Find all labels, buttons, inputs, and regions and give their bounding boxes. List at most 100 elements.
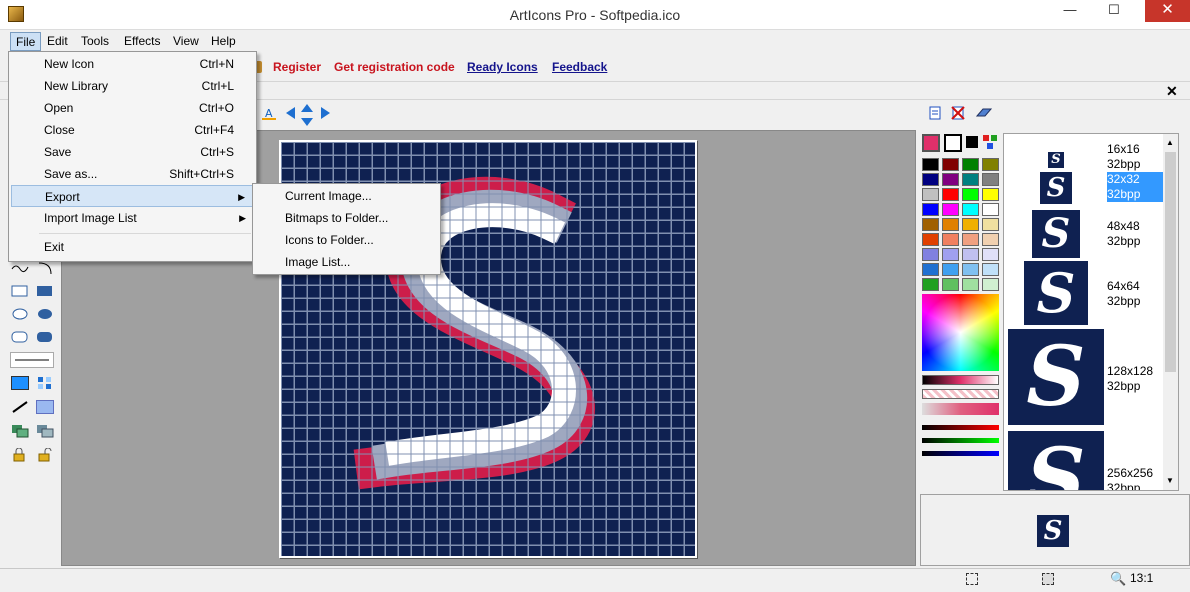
palette-swatch[interactable] — [942, 203, 959, 216]
palette-swatch[interactable] — [922, 173, 939, 186]
move-vertical-icon[interactable] — [300, 104, 314, 126]
menu-help[interactable]: Help — [206, 32, 241, 51]
menu-item-new-icon[interactable]: New Icon Ctrl+N — [11, 53, 254, 75]
palette-swatch[interactable] — [962, 203, 979, 216]
palette-swatch[interactable] — [962, 188, 979, 201]
palette-swatch[interactable] — [942, 233, 959, 246]
layer-green-icon[interactable] — [11, 424, 29, 438]
magnifier-icon[interactable]: 🔍 — [1110, 571, 1126, 587]
palette-swatch[interactable] — [922, 263, 939, 276]
color-wheel[interactable] — [922, 294, 999, 371]
scroll-thumb[interactable] — [1165, 152, 1176, 372]
filled-ellipse-tool-icon[interactable] — [36, 307, 54, 321]
palette-swatch[interactable] — [942, 173, 959, 186]
layer-gray-icon[interactable] — [36, 424, 54, 438]
curve-tool-icon[interactable] — [11, 261, 29, 275]
alpha-slider[interactable] — [922, 389, 999, 399]
palette-swatch[interactable] — [982, 248, 999, 261]
green-channel-slider[interactable] — [922, 438, 999, 443]
palette-swatch[interactable] — [942, 218, 959, 231]
filled-rectangle-tool-icon[interactable] — [36, 284, 54, 298]
menu-item-save-as[interactable]: Save as... Shift+Ctrl+S — [11, 163, 254, 185]
palette-swatch[interactable] — [942, 188, 959, 201]
secondary-color-swatch[interactable] — [944, 134, 962, 152]
line-tool-icon[interactable] — [11, 400, 29, 414]
arc-tool-icon[interactable] — [36, 261, 54, 275]
submenu-item-icons-to-folder[interactable]: Icons to Folder... — [285, 229, 374, 251]
fill-color-icon[interactable] — [11, 376, 29, 390]
scroll-up-icon[interactable]: ▲ — [1166, 138, 1174, 147]
palette-swatch[interactable] — [982, 233, 999, 246]
palette-swatch[interactable] — [942, 158, 959, 171]
menu-item-open[interactable]: Open Ctrl+O — [11, 97, 254, 119]
palette-swatch[interactable] — [962, 233, 979, 246]
palette-swatch[interactable] — [982, 218, 999, 231]
palette-swatch[interactable] — [922, 218, 939, 231]
palette-swatch[interactable] — [982, 263, 999, 276]
rectangle-tool-icon[interactable] — [11, 284, 29, 298]
menu-item-new-library[interactable]: New Library Ctrl+L — [11, 75, 254, 97]
palette-swatch[interactable] — [962, 278, 979, 291]
alpha-presets[interactable] — [922, 403, 999, 415]
new-page-icon[interactable] — [928, 106, 942, 120]
palette-swatch[interactable] — [942, 278, 959, 291]
close-document-icon[interactable]: ✕ — [1166, 83, 1178, 100]
submenu-item-bitmaps-to-folder[interactable]: Bitmaps to Folder... — [285, 207, 388, 229]
menu-effects[interactable]: Effects — [119, 32, 165, 51]
delete-image-icon[interactable] — [951, 106, 965, 120]
maximize-button[interactable]: ☐ — [1100, 0, 1128, 22]
move-right-icon[interactable] — [318, 106, 332, 120]
menu-tools[interactable]: Tools — [76, 32, 114, 51]
palette-swatch[interactable] — [982, 278, 999, 291]
eraser-icon[interactable] — [975, 106, 993, 120]
red-channel-slider[interactable] — [922, 425, 999, 430]
text-tool-icon[interactable]: A — [262, 106, 276, 120]
menu-view[interactable]: View — [168, 32, 204, 51]
ready-icons-link[interactable]: Ready Icons — [467, 60, 538, 74]
select-all-icon[interactable] — [966, 573, 978, 585]
black-white-swap-icon[interactable] — [966, 136, 978, 148]
submenu-item-image-list[interactable]: Image List... — [285, 251, 350, 273]
blue-channel-slider[interactable] — [922, 451, 999, 456]
palette-swatch[interactable] — [942, 248, 959, 261]
select-region-icon[interactable] — [1042, 573, 1054, 585]
primary-color-swatch[interactable] — [922, 134, 940, 152]
move-left-icon[interactable] — [284, 106, 298, 120]
rounded-rect-tool-icon[interactable] — [11, 330, 29, 344]
submenu-item-current-image[interactable]: Current Image... — [285, 185, 372, 207]
minimize-button[interactable]: — — [1056, 0, 1084, 22]
transparent-icon[interactable] — [36, 376, 54, 390]
palette-swatch[interactable] — [922, 278, 939, 291]
palette-swatch[interactable] — [982, 203, 999, 216]
palette-swatch[interactable] — [922, 248, 939, 261]
unlock-icon[interactable] — [36, 447, 54, 462]
close-button[interactable]: ✕ — [1145, 0, 1190, 22]
menu-item-export[interactable]: Export ▶ — [11, 185, 254, 207]
filled-rounded-rect-tool-icon[interactable] — [36, 330, 54, 344]
palette-swatch[interactable] — [922, 158, 939, 171]
palette-swatch[interactable] — [982, 173, 999, 186]
menu-item-save[interactable]: Save Ctrl+S — [11, 141, 254, 163]
palette-options-icon[interactable] — [982, 134, 998, 150]
lock-icon[interactable] — [11, 447, 29, 462]
palette-swatch[interactable] — [982, 188, 999, 201]
palette-swatch[interactable] — [922, 203, 939, 216]
feedback-link[interactable]: Feedback — [552, 60, 607, 74]
palette-swatch[interactable] — [962, 248, 979, 261]
palette-swatch[interactable] — [962, 263, 979, 276]
palette-swatch[interactable] — [962, 218, 979, 231]
get-code-link[interactable]: Get registration code — [334, 60, 455, 74]
scroll-down-icon[interactable]: ▼ — [1166, 476, 1174, 485]
menu-file[interactable]: File — [10, 32, 42, 51]
palette-swatch[interactable] — [982, 158, 999, 171]
menu-edit[interactable]: Edit — [42, 32, 73, 51]
menu-item-close[interactable]: Close Ctrl+F4 — [11, 119, 254, 141]
register-link[interactable]: Register — [273, 60, 321, 74]
ellipse-tool-icon[interactable] — [11, 307, 29, 321]
shade-slider[interactable] — [922, 375, 999, 385]
sizes-scrollbar[interactable]: ▲ ▼ — [1163, 134, 1178, 490]
palette-swatch[interactable] — [922, 233, 939, 246]
palette-swatch[interactable] — [962, 173, 979, 186]
palette-swatch[interactable] — [942, 263, 959, 276]
palette-swatch[interactable] — [922, 188, 939, 201]
